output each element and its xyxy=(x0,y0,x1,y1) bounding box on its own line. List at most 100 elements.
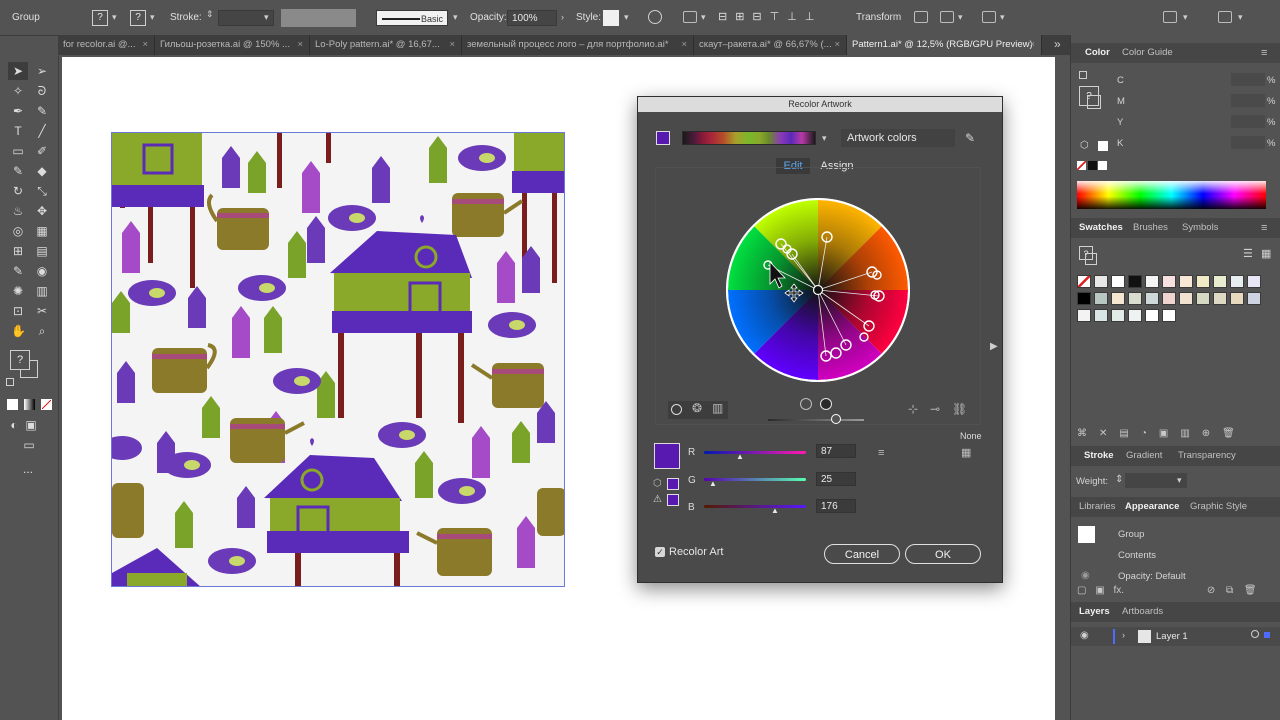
appearance-item-opacity[interactable]: Opacity: Default xyxy=(1118,571,1186,582)
swatch[interactable] xyxy=(1179,275,1193,288)
swatch-none[interactable] xyxy=(1077,275,1091,288)
column-graph-tool-icon[interactable]: ▥ xyxy=(35,284,49,298)
default-colors-icon[interactable] xyxy=(1079,71,1087,79)
duplicate-item-icon[interactable]: ⧉ xyxy=(1226,585,1233,596)
tab-layers[interactable]: Layers xyxy=(1079,602,1110,622)
document-tab[interactable]: земельный процесс лого – для портфолио.a… xyxy=(462,35,694,55)
swatch[interactable] xyxy=(1179,292,1193,305)
swatch[interactable] xyxy=(1111,309,1125,322)
m-value-input[interactable] xyxy=(1231,94,1265,107)
stroke-unknown-box[interactable]: ? xyxy=(130,10,146,26)
add-stroke-icon[interactable]: ▢ xyxy=(1077,585,1086,596)
tab-color[interactable]: Color xyxy=(1085,43,1110,63)
weight-stepper-icon[interactable]: ⇕ xyxy=(1115,474,1123,485)
swatch[interactable] xyxy=(1094,292,1108,305)
g-slider[interactable] xyxy=(704,478,806,481)
swatch[interactable] xyxy=(1213,275,1227,288)
out-of-web-gamut-icon[interactable]: ⬡ xyxy=(653,478,662,489)
direct-selection-tool-icon[interactable]: ➢ xyxy=(35,64,49,78)
tab-gradient[interactable]: Gradient xyxy=(1126,446,1162,466)
document-tab[interactable]: Lo-Poly pattern.ai* @ 16,67... × xyxy=(310,35,462,55)
tab-appearance[interactable]: Appearance xyxy=(1125,497,1179,517)
tab-swatches[interactable]: Swatches xyxy=(1079,218,1123,238)
more-tabs-chevron-icon[interactable]: » xyxy=(1054,37,1061,51)
blend-tool-icon[interactable]: ◉ xyxy=(35,264,49,278)
document-tab[interactable]: скаут–ракета.ai* @ 66,67% (... × xyxy=(694,35,847,55)
artboard-tool-icon[interactable]: ⊡ xyxy=(11,304,25,318)
brush-definition-select[interactable]: Basic xyxy=(376,10,448,26)
swatch[interactable] xyxy=(1162,309,1176,322)
r-slider-thumb[interactable]: ▲ xyxy=(736,452,744,461)
web-safe-color-swatch[interactable] xyxy=(667,478,679,490)
harmony-color-wheel[interactable] xyxy=(726,198,910,382)
swatch[interactable] xyxy=(1213,292,1227,305)
brightness-slider-thumb[interactable] xyxy=(831,414,841,424)
swatch[interactable] xyxy=(1230,275,1244,288)
white-color-swatch[interactable] xyxy=(1098,161,1107,170)
tab-graphic-style[interactable]: Graphic Style xyxy=(1190,497,1247,517)
swatch[interactable] xyxy=(1145,292,1159,305)
add-color-tool-icon[interactable]: ⊹ xyxy=(908,402,918,416)
menu-chevron-icon[interactable]: ▾ xyxy=(1238,12,1243,23)
swatch[interactable] xyxy=(1128,292,1142,305)
brush-chevron-down-icon[interactable]: ▾ xyxy=(453,12,458,23)
gradient-mode-icon[interactable] xyxy=(24,399,35,410)
workspace-chevron-icon[interactable]: ▾ xyxy=(1183,12,1188,23)
remove-color-tool-icon[interactable]: ⊸ xyxy=(930,402,940,416)
transform-link[interactable]: Transform xyxy=(856,12,901,23)
tab-libraries[interactable]: Libraries xyxy=(1079,497,1115,517)
style-chevron-down-icon[interactable]: ▾ xyxy=(624,12,629,23)
k-value-input[interactable] xyxy=(1231,136,1265,149)
align-icons-group[interactable]: ⊟⊞⊟⊤⊥⊥ xyxy=(718,10,822,23)
close-icon[interactable]: × xyxy=(681,35,687,55)
r-slider[interactable] xyxy=(704,451,806,454)
weight-chevron-icon[interactable]: ▾ xyxy=(1177,475,1182,486)
rectangle-tool-icon[interactable]: ▭ xyxy=(11,144,25,158)
tab-transparency[interactable]: Transparency xyxy=(1178,446,1236,466)
opacity-input[interactable]: 100% xyxy=(507,10,557,26)
swatch-black[interactable] xyxy=(1128,275,1142,288)
edit-toolbar-icon[interactable]: ... xyxy=(23,462,33,476)
eyedropper-tool-icon[interactable]: ✎ xyxy=(11,264,25,278)
pen-tool-icon[interactable]: ✒ xyxy=(11,104,25,118)
swatch[interactable] xyxy=(1162,275,1176,288)
b-slider[interactable] xyxy=(704,505,806,508)
document-tab-active[interactable]: Pattern1.ai* @ 12,5% (RGB/GPU Preview) × xyxy=(847,35,1042,55)
mesh-tool-icon[interactable]: ⊞ xyxy=(11,244,25,258)
brightness-slider[interactable] xyxy=(768,419,864,421)
tab-color-guide[interactable]: Color Guide xyxy=(1122,43,1173,63)
color-bar[interactable] xyxy=(682,131,816,145)
fill-unknown-swatch[interactable]: ? xyxy=(10,350,30,370)
menu-icon[interactable] xyxy=(1218,11,1232,23)
close-icon[interactable]: × xyxy=(449,35,455,55)
preset-color-group-field[interactable]: Artwork colors xyxy=(841,129,955,147)
in-gamut-color-swatch[interactable] xyxy=(667,494,679,506)
swatch[interactable] xyxy=(1145,275,1159,288)
draw-mode-icon[interactable]: ◐ xyxy=(7,418,21,432)
recolor-art-checkbox[interactable]: ✓ xyxy=(655,547,665,557)
pattern-artwork[interactable] xyxy=(111,132,565,587)
panel-menu-icon[interactable]: ≡ xyxy=(1261,43,1267,63)
align-to-icon[interactable] xyxy=(683,11,697,23)
out-of-gamut-warning-icon[interactable]: ⚠ xyxy=(653,494,662,505)
swatch[interactable] xyxy=(1247,292,1261,305)
screen-mode-icon[interactable]: ▭ xyxy=(22,438,36,452)
color-mode-icon[interactable] xyxy=(7,399,18,410)
stroke-weight-chevron-icon[interactable]: ▾ xyxy=(264,12,269,23)
add-fill-icon[interactable]: ▣ xyxy=(1095,585,1104,596)
arrange-chevron-icon[interactable]: ▾ xyxy=(1000,12,1005,23)
swatch[interactable] xyxy=(1077,292,1091,305)
warp-tool-icon[interactable]: ♨ xyxy=(11,204,25,218)
show-brightness-icon[interactable] xyxy=(820,398,832,410)
layer-expand-chevron-icon[interactable]: › xyxy=(1122,630,1125,640)
appearance-item-contents[interactable]: Contents xyxy=(1118,550,1156,561)
swatch[interactable] xyxy=(1162,292,1176,305)
list-view-icon[interactable]: ☰ xyxy=(1243,247,1253,260)
swatch-stroke-box[interactable] xyxy=(1085,253,1097,265)
variable-width-profile[interactable] xyxy=(281,9,356,27)
none-mode-icon[interactable] xyxy=(41,399,52,410)
show-saturation-icon[interactable] xyxy=(800,398,812,410)
scale-tool-icon[interactable]: ⤡ xyxy=(35,184,49,198)
tab-artboards[interactable]: Artboards xyxy=(1122,602,1163,622)
cancel-button[interactable]: Cancel xyxy=(824,544,900,564)
